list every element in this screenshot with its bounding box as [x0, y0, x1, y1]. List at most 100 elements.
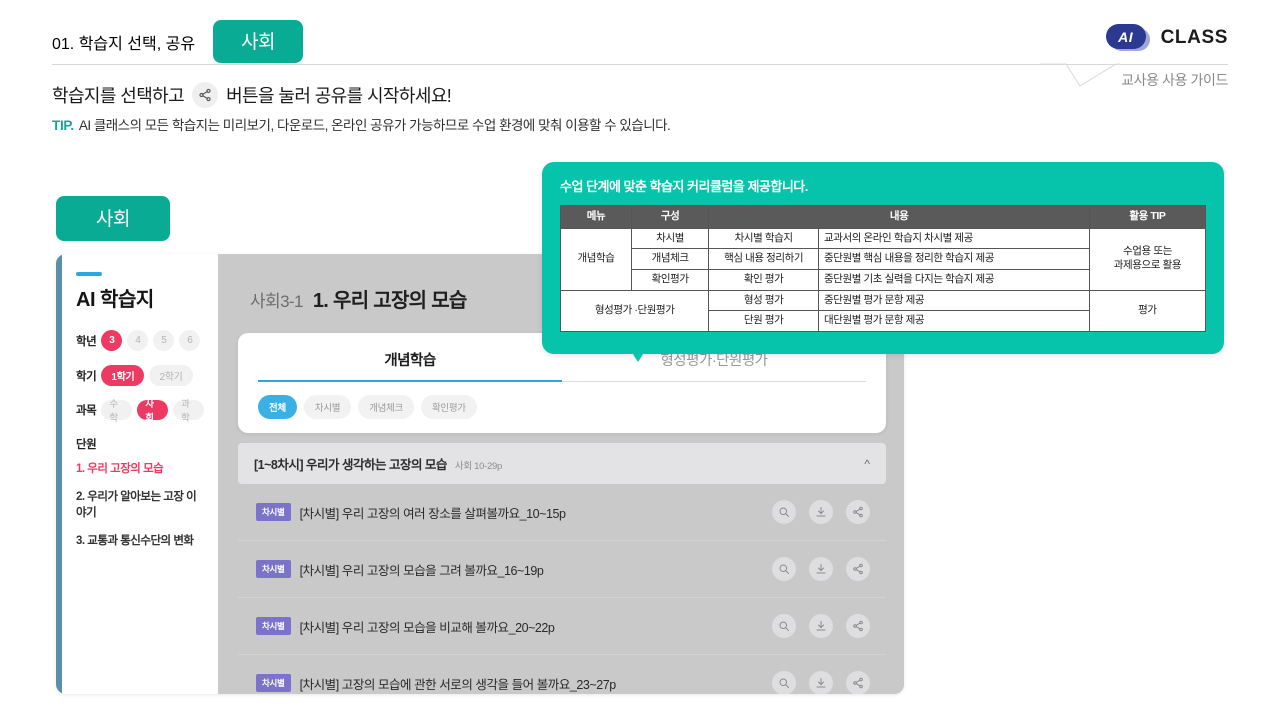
term-option-2[interactable]: 2학기 [149, 365, 193, 386]
cell-menu-eval: 형성평가 ·단원평가 [559, 289, 710, 332]
cell-name-1: 핵심 내용 정리하기 [708, 248, 819, 270]
subject-option-social[interactable]: 사회 [137, 399, 169, 424]
content-title: 1. 우리 고장의 모습 [312, 290, 467, 312]
chip-concept-check[interactable]: 개념체크 [358, 395, 414, 419]
cell-config-0: 차시별 [630, 227, 710, 250]
tip-line: TIP. AI 클래스의 모든 학습지는 미리보기, 다운로드, 온라인 공유가… [52, 114, 671, 134]
mockup-sidebar: AI 학습지 학년 3 4 5 6 학기 1학기 2학기 과목 수학 사회 과학… [62, 254, 218, 694]
col-menu: 메뉴 [560, 205, 632, 229]
list-item[interactable]: 차시별 [차시별] 고장의 모습에 관한 서로의 생각을 들어 볼까요_23~2… [238, 655, 886, 694]
subject-label: 과목 [76, 405, 97, 417]
sidebar-unit-2[interactable]: 2. 우리가 알아보는 고장 이야기 [76, 489, 204, 522]
subject-tab[interactable]: 사회 [56, 196, 170, 241]
preview-icon[interactable] [772, 557, 796, 581]
row-title: [차시별] 고장의 모습에 관한 서로의 생각을 들어 볼까요_23~27p [299, 677, 617, 692]
ai-badge-icon: AI [1105, 24, 1152, 51]
sidebar-accent-bar [76, 272, 102, 276]
header-subject-chip: 사회 [213, 20, 304, 63]
sidebar-logo: AI 학습지 [76, 289, 154, 311]
page-header: 01. 학습지 선택, 공유 사회 [52, 20, 304, 63]
list-item[interactable]: 차시별 [차시별] 우리 고장의 여러 장소를 살펴볼까요_10~15p [238, 484, 886, 541]
curriculum-callout: 수업 단계에 맞춘 학습지 커리큘럼을 제공합니다. 메뉴 구성 내용 활용 T… [542, 162, 1224, 354]
col-content: 내용 [708, 205, 1090, 229]
col-tip: 활용 TIP [1088, 205, 1207, 229]
cell-menu-concept: 개념학습 [560, 227, 632, 291]
table-row: 형성평가 ·단원평가 형성 평가 중단원별 평가 문항 제공 평가 [559, 289, 1207, 332]
sidebar-unit-3[interactable]: 3. 교통과 통신수단의 변화 [76, 533, 204, 550]
preview-icon[interactable] [772, 671, 796, 694]
list-item[interactable]: 차시별 [차시별] 우리 고장의 모습을 그려 볼까요_16~19p [238, 541, 886, 598]
unit-section-label: 단원 [76, 439, 97, 451]
cell-desc-0: 교과서의 온라인 학습지 차시별 제공 [817, 227, 1090, 250]
curriculum-table: 메뉴 구성 내용 활용 TIP 개념학습 차시별 차시별 학습지 교과서의 온라… [559, 205, 1207, 332]
brand-name: CLASS [1160, 26, 1228, 48]
row-title: [차시별] 우리 고장의 모습을 비교해 볼까요_20~22p [299, 620, 555, 635]
grade-option-3[interactable]: 3 [101, 330, 123, 351]
row-tag: 차시별 [256, 674, 291, 692]
share-icon[interactable] [846, 557, 870, 581]
guide-label: 교사용 사용 가이드 [1121, 72, 1228, 88]
preview-icon[interactable] [772, 614, 796, 638]
list-item[interactable]: 차시별 [차시별] 우리 고장의 모습을 비교해 볼까요_20~22p [238, 598, 886, 655]
page-title: 01. 학습지 선택, 공유 [52, 35, 196, 53]
tip-body: AI 클래스의 모든 학습지는 미리보기, 다운로드, 온라인 공유가 가능하므… [78, 118, 671, 133]
intro-text-after: 버튼을 눌러 공유를 시작하세요! [226, 86, 452, 106]
sidebar-unit-1[interactable]: 1. 우리 고장의 모습 [76, 461, 204, 478]
row-tag: 차시별 [256, 560, 291, 578]
chip-by-lesson[interactable]: 차시별 [303, 395, 352, 419]
content-code: 사회3-1 [250, 292, 303, 311]
grade-option-4[interactable]: 4 [127, 330, 149, 351]
tab-concept-study[interactable]: 개념학습 [258, 349, 562, 382]
share-icon [192, 82, 219, 108]
share-icon[interactable] [846, 500, 870, 524]
row-title: [차시별] 우리 고장의 여러 장소를 살펴볼까요_10~15p [299, 506, 566, 521]
cell-config-2: 확인평가 [630, 268, 710, 291]
grade-option-6[interactable]: 6 [179, 330, 201, 351]
share-icon[interactable] [846, 614, 870, 638]
cell-desc-2: 중단원별 기초 실력을 다지는 학습지 제공 [817, 268, 1090, 291]
tab-evaluation[interactable]: 형성평가·단원평가 [562, 349, 866, 382]
chip-all[interactable]: 전체 [258, 395, 297, 419]
intro-text-before: 학습지를 선택하고 [52, 86, 185, 106]
term-option-1[interactable]: 1학기 [101, 365, 145, 386]
subject-filter-row: 과목 수학 사회 과학 [76, 399, 204, 424]
guide-label-wrap: 교사용 사용 가이드 [1121, 70, 1228, 90]
term-filter-row: 학기 1학기 2학기 [76, 365, 204, 386]
cell-tip-eval: 평가 [1088, 289, 1207, 332]
cell-name-3: 형성 평가 [708, 289, 819, 312]
chip-confirm-test[interactable]: 확인평가 [420, 395, 477, 419]
download-icon[interactable] [809, 671, 833, 694]
brand-logo: AI CLASS [1105, 24, 1228, 51]
row-tag: 차시별 [256, 503, 291, 521]
guide-notch-decoration [1040, 63, 1120, 87]
download-icon[interactable] [809, 557, 833, 581]
accordion-header[interactable]: [1~8차시] 우리가 생각하는 고장의 모습 사회 10-29p ^ [238, 443, 886, 484]
accordion-meta: 사회 10-29p [454, 461, 502, 472]
download-icon[interactable] [809, 614, 833, 638]
content-tabs: 개념학습 형성평가·단원평가 [258, 349, 866, 382]
cell-name-0: 차시별 학습지 [708, 227, 819, 250]
cell-desc-1: 중단원별 핵심 내용을 정리한 학습지 제공 [817, 248, 1090, 270]
cell-desc-4: 대단원별 평가 문항 제공 [817, 310, 1090, 332]
cell-name-2: 확인 평가 [708, 268, 819, 291]
col-config: 구성 [630, 205, 710, 229]
preview-icon[interactable] [772, 500, 796, 524]
share-icon[interactable] [846, 671, 870, 694]
callout-tail [624, 340, 652, 362]
table-header-row: 메뉴 구성 내용 활용 TIP [560, 205, 1207, 229]
callout-heading: 수업 단계에 맞춘 학습지 커리큘럼을 제공합니다. [560, 179, 808, 194]
row-tag: 차시별 [256, 617, 291, 635]
subject-option-math[interactable]: 수학 [101, 399, 133, 424]
chevron-up-icon[interactable]: ^ [864, 457, 870, 471]
grade-option-5[interactable]: 5 [153, 330, 175, 351]
cell-desc-3: 중단원별 평가 문항 제공 [817, 289, 1090, 312]
row-title: [차시별] 우리 고장의 모습을 그려 볼까요_16~19p [299, 563, 544, 578]
intro-line: 학습지를 선택하고 버튼을 눌러 공유를 시작하세요! [52, 82, 452, 108]
term-label: 학기 [76, 370, 97, 383]
table-row: 개념학습 차시별 차시별 학습지 교과서의 온라인 학습지 차시별 제공 수업용… [560, 227, 1207, 291]
subject-option-science[interactable]: 과학 [173, 399, 204, 424]
cell-config-1: 개념체크 [630, 248, 710, 270]
download-icon[interactable] [809, 500, 833, 524]
cell-name-4: 단원 평가 [708, 310, 819, 332]
grade-filter-row: 학년 3 4 5 6 [76, 330, 204, 351]
